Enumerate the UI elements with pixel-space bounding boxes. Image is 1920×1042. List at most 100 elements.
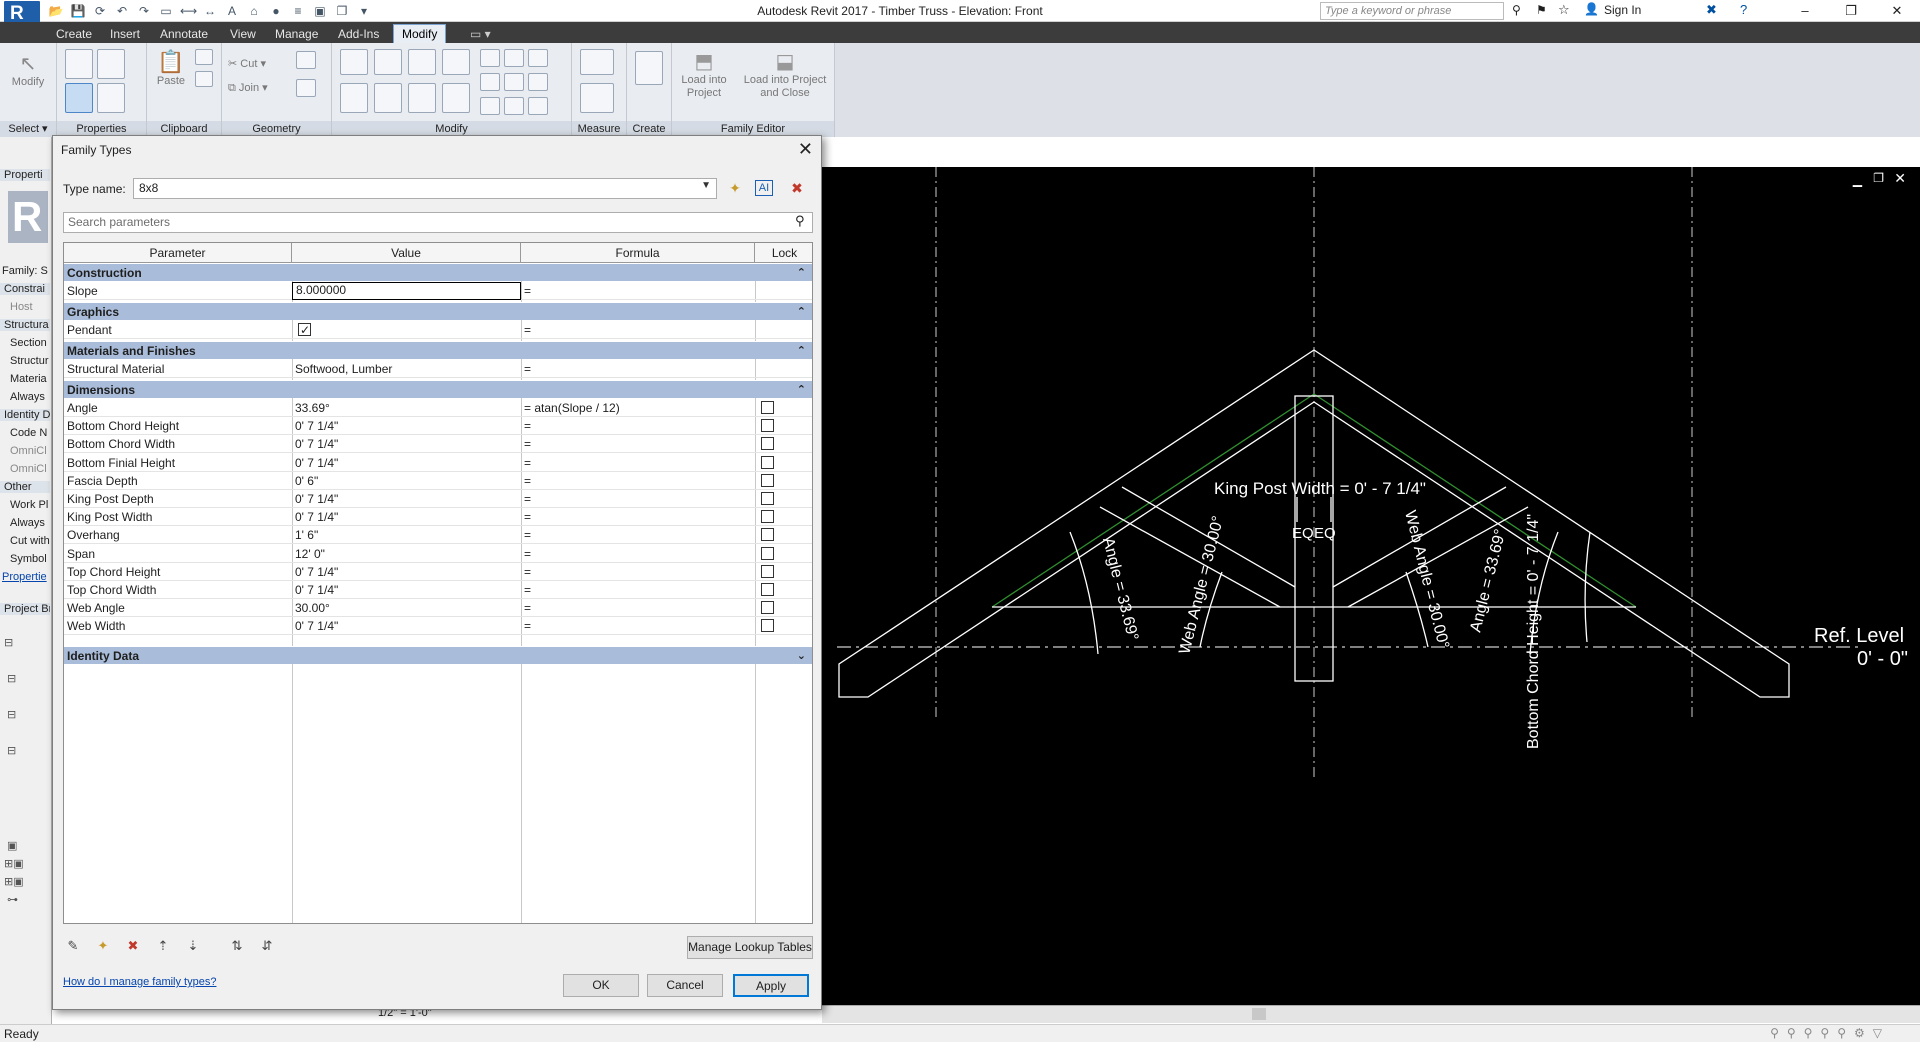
param-value[interactable]: Softwood, Lumber [292, 360, 521, 378]
mirror-axis-icon[interactable] [408, 49, 436, 75]
select-group-label[interactable]: Select ▾ [0, 121, 56, 137]
help-search-input[interactable]: Type a keyword or phrase [1320, 2, 1504, 20]
copy-icon[interactable] [195, 49, 213, 65]
lock-checkbox[interactable] [761, 401, 774, 414]
column-header-lock[interactable]: Lock [755, 243, 812, 263]
save-icon[interactable]: 💾 [70, 3, 86, 19]
lock-checkbox[interactable] [761, 473, 774, 487]
binoculars-icon[interactable]: ⚲ [1512, 3, 1521, 17]
project-browser-tree-lower[interactable]: ▣ ⊞▣ ⊞▣ ⊶ [4, 837, 24, 909]
param-formula[interactable]: = [521, 417, 755, 435]
expand-icon[interactable]: ⌄ [797, 647, 806, 665]
ribbon-options-icon[interactable]: ▭ ▾ [470, 25, 491, 43]
close-window-button[interactable]: ✕ [1874, 0, 1920, 22]
param-value[interactable]: 0' 7 1/4" [292, 563, 521, 581]
param-formula[interactable]: = [521, 472, 755, 490]
search-icon[interactable]: ⚲ [795, 213, 805, 229]
param-value[interactable]: 33.69° [292, 399, 521, 417]
array-icon[interactable] [480, 73, 500, 91]
cut-button[interactable]: ✂ Cut ▾ [228, 57, 266, 70]
open-icon[interactable]: 📂 [48, 3, 64, 19]
3d-view-icon[interactable]: ⌂ [246, 3, 262, 19]
properties-icon[interactable] [65, 83, 93, 113]
align-icon[interactable] [340, 49, 368, 75]
print-icon[interactable]: ▭ [158, 3, 174, 19]
close-hidden-icon[interactable]: ▣ [312, 3, 328, 19]
trim-extend-icon[interactable] [442, 83, 470, 113]
mirror-draw-icon[interactable] [442, 49, 470, 75]
param-formula[interactable]: = [521, 545, 755, 563]
param-value[interactable]: 0' 7 1/4" [292, 490, 521, 508]
family-selector[interactable]: Family: S [2, 265, 50, 277]
manage-lookup-tables-button[interactable]: Manage Lookup Tables [687, 936, 813, 959]
trim-single-icon[interactable] [480, 97, 500, 115]
delete-icon[interactable] [528, 97, 548, 115]
move-icon[interactable] [340, 83, 368, 113]
new-type-icon[interactable]: ✦ [725, 178, 745, 198]
param-formula[interactable]: = [521, 508, 755, 526]
sync-icon[interactable]: ⟳ [92, 3, 108, 19]
param-formula[interactable]: = atan(Slope / 12) [521, 399, 755, 417]
param-formula[interactable]: = [521, 526, 755, 544]
collapse-icon[interactable]: ⌃ [797, 264, 806, 282]
cut-with-voids-property[interactable]: Cut with [10, 535, 58, 547]
lock-checkbox[interactable] [761, 492, 774, 505]
tab-manage[interactable]: Manage [275, 25, 318, 43]
param-value[interactable]: 0' 7 1/4" [292, 617, 521, 635]
measure-icon[interactable]: ⟷ [180, 3, 197, 19]
move-up-icon[interactable]: ⇡ [153, 936, 173, 956]
param-formula[interactable]: = [521, 581, 755, 599]
param-formula[interactable]: = [521, 435, 755, 453]
new-parameter-icon[interactable]: ✦ [93, 936, 113, 956]
group-construction[interactable]: Construction ⌃ [64, 263, 812, 282]
param-formula[interactable]: = [521, 282, 755, 300]
ok-button[interactable]: OK [563, 974, 639, 997]
help-icon[interactable]: ? [1740, 2, 1747, 17]
scale-icon[interactable] [504, 73, 524, 91]
delete-type-icon[interactable]: ✖ [787, 178, 807, 198]
tab-insert[interactable]: Insert [110, 25, 140, 43]
column-header-formula[interactable]: Formula [521, 243, 755, 263]
collapse-icon[interactable]: ⌃ [797, 342, 806, 360]
dimension-icon[interactable]: ↔ [202, 3, 218, 19]
param-value[interactable]: 30.00° [292, 599, 521, 617]
param-formula[interactable]: = [521, 617, 755, 635]
lock-checkbox[interactable] [761, 564, 774, 578]
param-value[interactable]: 0' 7 1/4" [292, 454, 521, 472]
lock-checkbox[interactable] [761, 528, 774, 542]
lock-checkbox[interactable] [761, 510, 774, 524]
lock-checkbox[interactable] [761, 437, 774, 451]
group-dimensions[interactable]: Dimensions ⌃ [64, 380, 812, 398]
offset-icon[interactable] [374, 49, 402, 75]
lock-checkbox[interactable] [761, 619, 774, 633]
elevation-view-canvas[interactable]: ▁ ❐ ✕ King Post Width = 0' - 7 1/4" EQ E… [822, 167, 1920, 1007]
column-header-value[interactable]: Value [292, 243, 521, 263]
aligned-dimension-icon[interactable] [580, 83, 614, 113]
always-vertical-property[interactable]: Always [10, 517, 58, 529]
horizontal-scrollbar-thumb[interactable] [1252, 1008, 1266, 1020]
load-into-project-button[interactable]: ⬒ Load into Project [674, 49, 734, 100]
param-formula[interactable]: = [521, 563, 755, 581]
project-browser-tree[interactable]: ⊟ ⊟ ⊟ ⊟ [4, 625, 16, 769]
tab-add-ins[interactable]: Add-Ins [338, 25, 379, 43]
lock-checkbox[interactable] [761, 419, 774, 433]
wall-joins-icon[interactable] [296, 51, 316, 69]
move-down-icon[interactable]: ⇣ [183, 936, 203, 956]
switch-windows-icon[interactable]: ❐ [334, 3, 350, 19]
exchange-apps-icon[interactable]: ✖ [1706, 2, 1717, 18]
maximize-button[interactable]: ❐ [1828, 0, 1874, 22]
symbol-property[interactable]: Symbol [10, 553, 58, 565]
column-header-parameter[interactable]: Parameter [64, 243, 292, 263]
modify-tool-button[interactable]: ↖ Modify [6, 51, 50, 88]
cancel-button[interactable]: Cancel [647, 974, 723, 997]
pendant-checkbox[interactable] [298, 321, 311, 339]
create-similar-icon[interactable] [635, 51, 663, 85]
tab-annotate[interactable]: Annotate [160, 25, 208, 43]
param-formula[interactable]: = [521, 321, 755, 339]
thin-lines-icon[interactable]: ≡ [290, 3, 306, 19]
param-value[interactable]: 0' 7 1/4" [292, 417, 521, 435]
lock-checkbox[interactable] [761, 601, 774, 615]
measure-distance-icon[interactable] [580, 49, 614, 75]
dialog-close-icon[interactable]: ✕ [798, 139, 813, 160]
paste-button[interactable]: 📋 Paste [153, 49, 189, 87]
